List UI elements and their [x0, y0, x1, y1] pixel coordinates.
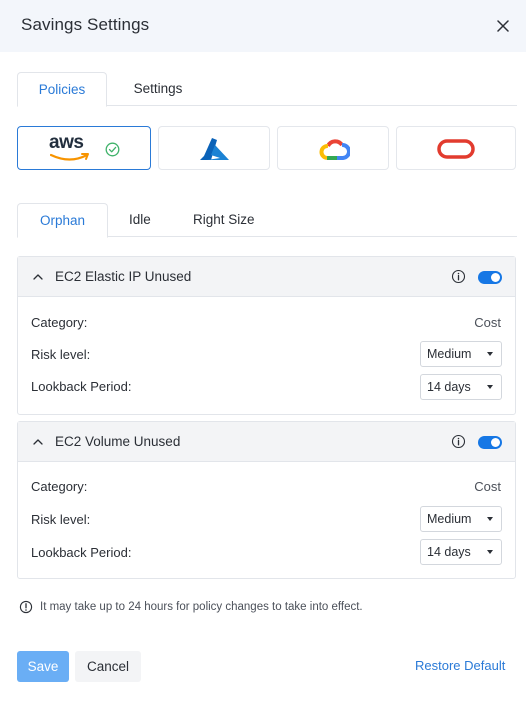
save-button[interactable]: Save	[17, 651, 69, 682]
lookback-period-select[interactable]: 14 days	[420, 539, 502, 565]
info-icon[interactable]	[451, 434, 466, 449]
lookback-period-value: 14 days	[427, 380, 471, 394]
provider-selector: aws	[17, 126, 517, 170]
policy-card: EC2 Elastic IP Unused Category: Cost Ris…	[17, 256, 516, 415]
lookback-period-label: Lookback Period:	[31, 545, 132, 560]
policy-card-header[interactable]: EC2 Volume Unused	[18, 422, 515, 462]
policy-title: EC2 Elastic IP Unused	[55, 269, 192, 284]
tab-settings[interactable]: Settings	[113, 72, 203, 106]
caret-down-icon	[487, 517, 493, 521]
caret-down-icon	[487, 550, 493, 554]
dialog-header: Savings Settings	[0, 0, 526, 52]
risk-level-select[interactable]: Medium	[420, 506, 502, 532]
policy-enabled-toggle[interactable]	[478, 271, 502, 284]
tab-idle[interactable]: Idle	[129, 203, 151, 237]
policy-title: EC2 Volume Unused	[55, 434, 181, 449]
provider-aws[interactable]: aws	[17, 126, 151, 170]
policy-change-notice: It may take up to 24 hours for policy ch…	[40, 601, 363, 613]
oracle-logo-icon	[437, 139, 475, 159]
aws-logo-label: aws	[49, 132, 84, 153]
azure-logo-icon	[200, 138, 229, 160]
policy-card-header[interactable]: EC2 Elastic IP Unused	[18, 257, 515, 297]
risk-level-value: Medium	[427, 512, 472, 526]
dialog-title: Savings Settings	[21, 15, 150, 34]
risk-level-label: Risk level:	[31, 512, 91, 527]
category-value: Cost	[474, 479, 501, 494]
main-tabs: Policies Settings	[17, 72, 517, 107]
caret-down-icon	[487, 385, 493, 389]
category-label: Category:	[31, 479, 88, 494]
risk-level-label: Risk level:	[31, 347, 91, 362]
lookback-period-label: Lookback Period:	[31, 379, 132, 394]
category-label: Category:	[31, 315, 88, 330]
provider-oracle[interactable]	[396, 126, 516, 170]
restore-default-link[interactable]: Restore Default	[415, 658, 505, 673]
lookback-period-select[interactable]: 14 days	[420, 374, 502, 400]
tab-orphan[interactable]: Orphan	[17, 203, 108, 238]
close-icon[interactable]	[493, 16, 513, 36]
chevron-up-icon[interactable]	[32, 271, 44, 283]
chevron-up-icon[interactable]	[32, 436, 44, 448]
info-icon	[19, 600, 33, 614]
tab-right-size[interactable]: Right Size	[193, 203, 255, 237]
provider-google-cloud[interactable]	[277, 126, 389, 170]
category-value: Cost	[474, 315, 501, 330]
aws-logo-icon	[50, 153, 89, 161]
google-cloud-logo-icon	[319, 139, 350, 160]
provider-azure[interactable]	[158, 126, 270, 170]
policy-card: EC2 Volume Unused Category: Cost Risk le…	[17, 421, 516, 579]
risk-level-select[interactable]: Medium	[420, 341, 502, 367]
tab-policies[interactable]: Policies	[17, 72, 107, 107]
risk-level-value: Medium	[427, 347, 472, 361]
info-icon[interactable]	[451, 269, 466, 284]
policy-type-tabs: Orphan Idle Right Size	[17, 203, 517, 238]
policy-enabled-toggle[interactable]	[478, 436, 502, 449]
check-circle-icon	[105, 142, 120, 157]
caret-down-icon	[487, 352, 493, 356]
cancel-button[interactable]: Cancel	[75, 651, 141, 682]
lookback-period-value: 14 days	[427, 545, 471, 559]
